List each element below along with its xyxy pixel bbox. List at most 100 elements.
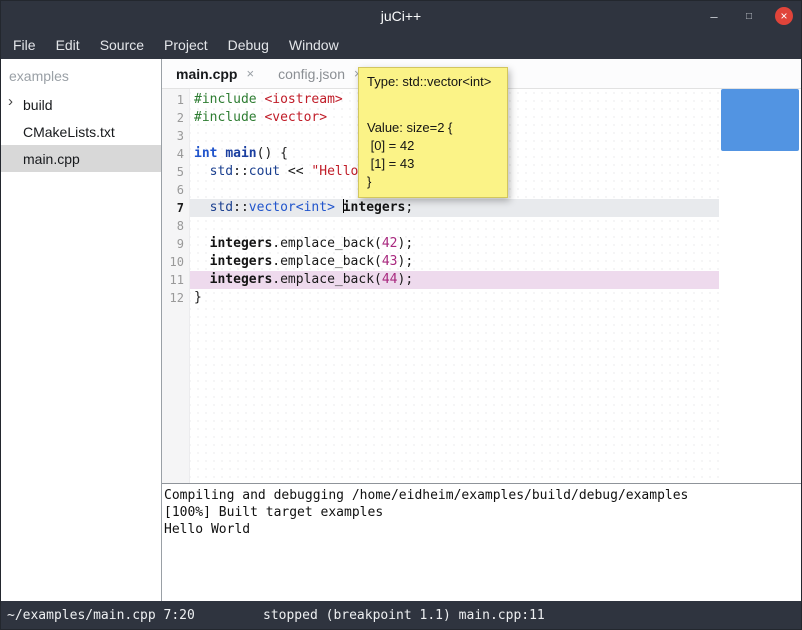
code-token (194, 236, 210, 251)
close-button[interactable]: × (775, 7, 793, 25)
tab-main-cpp[interactable]: main.cpp × (164, 59, 266, 88)
code-token (194, 254, 210, 269)
line-code[interactable]: integers.emplace_back(44); (190, 271, 719, 289)
code-token: vector (249, 200, 296, 215)
code-token: main (225, 146, 256, 161)
terminal-line: Compiling and debugging /home/eidheim/ex… (164, 487, 799, 504)
code-token: integers (210, 272, 273, 287)
code-line-9: 9 integers.emplace_back(42); (162, 235, 719, 253)
code-token: #include (194, 110, 264, 125)
close-icon: × (780, 10, 787, 22)
terminal-line: [100%] Built target examples (164, 504, 799, 521)
tab-close-icon[interactable]: × (246, 66, 254, 81)
project-name: examples (1, 59, 161, 91)
code-line-11: 11 integers.emplace_back(44); (162, 271, 719, 289)
terminal-line: Hello World (164, 521, 799, 538)
code-token: .emplace_back( (272, 236, 382, 251)
titlebar: juCi++ – □ × (1, 1, 801, 31)
file-label: main.cpp (23, 151, 80, 167)
status-debug-state: stopped (breakpoint 1.1) main.cpp:11 (263, 608, 545, 623)
code-token: } (194, 290, 202, 305)
code-token (194, 164, 210, 179)
code-token (194, 272, 210, 287)
menu-debug[interactable]: Debug (218, 31, 279, 59)
code-token: #include (194, 92, 264, 107)
code-token: .emplace_back( (272, 254, 382, 269)
code-token: ); (398, 272, 414, 287)
line-number: 12 (162, 289, 190, 307)
code-token: int (194, 146, 217, 161)
tab-label: main.cpp (176, 66, 237, 82)
editor-scrollbar[interactable] (719, 89, 801, 483)
window-title: juCi++ (381, 8, 421, 24)
file-tree: › build CMakeLists.txt main.cpp (1, 91, 161, 172)
code-token: ); (398, 236, 414, 251)
sidebar-item-main-cpp[interactable]: main.cpp (1, 145, 161, 172)
menu-window[interactable]: Window (279, 31, 349, 59)
output-terminal[interactable]: Compiling and debugging /home/eidheim/ex… (162, 483, 801, 601)
line-number: 8 (162, 217, 190, 235)
code-token: 43 (382, 254, 398, 269)
code-token: <vector> (264, 110, 327, 125)
menu-source[interactable]: Source (90, 31, 154, 59)
minimize-button[interactable]: – (705, 7, 723, 25)
sidebar-item-cmakelists-txt[interactable]: CMakeLists.txt (1, 118, 161, 145)
code-line-10: 10 integers.emplace_back(43); (162, 253, 719, 271)
code-token (194, 200, 210, 215)
line-number: 10 (162, 253, 190, 271)
code-token: std (210, 200, 233, 215)
line-number: 9 (162, 235, 190, 253)
line-number: 11 (162, 271, 190, 289)
tooltip-value-line: } (367, 173, 499, 191)
tooltip-value-line: Value: size=2 { (367, 119, 499, 137)
line-code[interactable]: std::vector<int> integers; (190, 199, 719, 217)
line-code[interactable] (190, 217, 719, 235)
code-token: integers (210, 254, 273, 269)
code-token: :: (233, 200, 249, 215)
tooltip-type-line: Type: std::vector<int> (367, 73, 499, 91)
code-line-8: 8 (162, 217, 719, 235)
expander-icon[interactable]: › (8, 93, 13, 110)
code-token: integers (343, 200, 406, 215)
line-number: 4 (162, 145, 190, 163)
line-code[interactable]: } (190, 289, 719, 307)
line-code[interactable]: integers.emplace_back(43); (190, 253, 719, 271)
code-token: 42 (382, 236, 398, 251)
minimize-icon: – (710, 9, 717, 24)
code-token: ); (398, 254, 414, 269)
line-number: 5 (162, 163, 190, 181)
code-token: << (280, 164, 311, 179)
menubar: FileEditSourceProjectDebugWindow (1, 31, 801, 59)
sidebar-item-build[interactable]: › build (1, 91, 161, 118)
menu-edit[interactable]: Edit (46, 31, 90, 59)
line-number: 1 (162, 91, 190, 109)
tooltip-value-line: [0] = 42 (367, 137, 499, 155)
maximize-button[interactable]: □ (740, 7, 758, 25)
line-number: 7 (162, 199, 190, 217)
code-token: :: (233, 164, 249, 179)
tooltip-value-line: [1] = 43 (367, 155, 499, 173)
line-number: 3 (162, 127, 190, 145)
line-number: 6 (162, 181, 190, 199)
app-window: juCi++ – □ × FileEditSourceProjectDebugW… (0, 0, 802, 630)
menu-project[interactable]: Project (154, 31, 218, 59)
scrollbar-thumb[interactable] (721, 89, 799, 151)
code-line-12: 12} (162, 289, 719, 307)
menu-file[interactable]: File (3, 31, 46, 59)
code-token: <iostream> (264, 92, 342, 107)
code-token: () { (257, 146, 288, 161)
line-code[interactable]: integers.emplace_back(42); (190, 235, 719, 253)
code-token: integers (210, 236, 273, 251)
code-token: 44 (382, 272, 398, 287)
file-tree-panel: examples › build CMakeLists.txt main.cpp (1, 59, 162, 601)
code-line-7: 7 std::vector<int> integers; (162, 199, 719, 217)
tab-label: config.json (278, 66, 345, 82)
window-controls: – □ × (705, 1, 793, 31)
line-number: 2 (162, 109, 190, 127)
maximize-icon: □ (746, 11, 752, 22)
status-bar: ~/examples/main.cpp 7:20 stopped (breakp… (1, 601, 801, 629)
tooltip-value-block: Value: size=2 { [0] = 42 [1] = 43} (367, 119, 499, 191)
code-token: ; (405, 200, 413, 215)
code-token (335, 200, 343, 215)
file-label: build (23, 97, 53, 113)
